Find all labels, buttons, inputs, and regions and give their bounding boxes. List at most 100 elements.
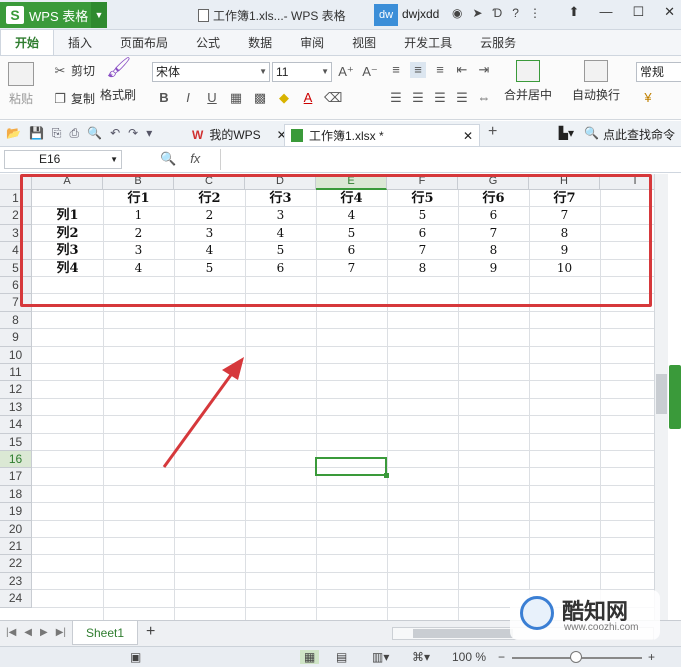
first-sheet-icon[interactable]: |◀ — [6, 627, 16, 638]
tab-view[interactable]: 视图 — [338, 30, 390, 55]
tab-workbook[interactable]: 工作簿1.xlsx * ✕ — [284, 124, 480, 146]
align-center-icon[interactable]: ☰ — [410, 90, 426, 106]
tab-review[interactable]: 审阅 — [286, 30, 338, 55]
align-top-icon[interactable]: ≡ — [388, 62, 404, 78]
align-middle-icon[interactable]: ≡ — [410, 62, 426, 78]
app-menu-button[interactable]: S WPS 表格 ▼ — [0, 2, 107, 28]
tab-my-wps-label: 我的WPS — [209, 128, 261, 142]
border-icon[interactable]: ▦ — [228, 90, 244, 106]
cut-label: 剪切 — [71, 64, 96, 78]
clear-format-icon[interactable]: ⌫ — [324, 90, 342, 106]
increase-font-icon[interactable]: A⁺ — [338, 64, 354, 80]
close-icon[interactable]: ✕ — [463, 125, 473, 147]
distributed-icon[interactable]: ⇔ — [476, 90, 492, 106]
vertical-scroll-thumb[interactable] — [656, 374, 667, 414]
last-sheet-icon[interactable]: ▶| — [56, 627, 66, 638]
chevron-down-icon[interactable]: ▼ — [110, 151, 118, 168]
font-size-select[interactable]: 11 ▼ — [272, 62, 332, 82]
customize-chevron-icon[interactable]: ▾ — [146, 126, 152, 141]
zoom-out-icon[interactable]: − — [498, 650, 505, 664]
tab-home[interactable]: 开始 — [0, 30, 55, 55]
vertical-scrollbar[interactable] — [654, 174, 668, 620]
spreadsheet-icon — [291, 129, 303, 142]
tab-cloud[interactable]: 云服务 — [466, 30, 530, 55]
justify-icon[interactable]: ☰ — [454, 90, 470, 106]
folder-open-icon[interactable]: 📂 — [6, 126, 21, 141]
zoom-icon[interactable]: 🔍 — [160, 151, 176, 167]
format-painter-label: 格式刷 — [100, 88, 137, 102]
tab-my-wps[interactable]: W 我的WPS ✕ — [186, 124, 293, 146]
number-format-select[interactable]: 常规 — [636, 62, 681, 82]
avatar[interactable]: dw — [374, 4, 398, 26]
fill-color-icon[interactable]: ◆ — [276, 90, 292, 106]
bold-button[interactable]: B — [156, 90, 172, 106]
decrease-font-icon[interactable]: A⁻ — [362, 64, 378, 80]
underline-button[interactable]: U — [204, 90, 220, 106]
skin-icon[interactable]: ◉ — [452, 6, 462, 20]
trend-icon[interactable]: ▙▾ — [559, 126, 574, 143]
merge-center-button[interactable]: 合并居中 — [504, 60, 552, 103]
normal-view-icon[interactable]: ▦ — [300, 650, 320, 664]
annotation-arrow — [162, 357, 244, 468]
protect-icon[interactable]: ▣ — [130, 650, 141, 664]
feedback-icon[interactable]: Ɗ — [493, 6, 503, 20]
horizontal-scroll-thumb[interactable] — [413, 629, 513, 638]
username[interactable]: dwjxdd — [402, 7, 439, 21]
save-icon[interactable]: 💾 — [29, 126, 44, 141]
print-icon[interactable]: ⎙ — [70, 126, 80, 141]
formula-input[interactable] — [220, 149, 678, 170]
tab-page-layout[interactable]: 页面布局 — [106, 30, 182, 55]
side-panel-handle[interactable] — [669, 365, 681, 429]
close-icon[interactable]: ✕ — [664, 4, 675, 20]
undo-icon[interactable]: ↶ — [110, 126, 120, 141]
format-painter-button[interactable]: 🖌 格式刷 — [100, 58, 137, 103]
name-box[interactable]: E16 ▼ — [4, 150, 122, 169]
font-color-icon[interactable]: A — [300, 90, 316, 106]
currency-icon[interactable]: ¥ — [640, 90, 656, 106]
print-preview-icon[interactable]: 🔍 — [87, 126, 102, 141]
title-bar: S WPS 表格 ▼ 工作簿1.xls...- WPS 表格 dw dwjxdd… — [0, 0, 681, 30]
fill-pattern-icon[interactable]: ▩ — [252, 90, 268, 106]
align-bottom-icon[interactable]: ≡ — [432, 62, 448, 78]
next-sheet-icon[interactable]: ▶ — [40, 627, 48, 638]
sheet-tab-sheet1[interactable]: Sheet1 — [72, 621, 138, 645]
tab-insert[interactable]: 插入 — [54, 30, 106, 55]
export-pdf-icon[interactable]: ⎘ — [52, 126, 62, 141]
share-icon[interactable]: ➤ — [472, 6, 482, 20]
restore-up-icon[interactable]: ⬆ — [569, 4, 580, 20]
cut-button[interactable]: ✂ 剪切 — [52, 62, 95, 79]
minimize-icon[interactable]: — — [599, 4, 612, 20]
redo-icon[interactable]: ↷ — [128, 126, 138, 141]
wrap-text-button[interactable]: 自动换行 — [572, 60, 620, 103]
chevron-down-icon[interactable]: ▼ — [91, 2, 107, 28]
app-name: WPS 表格 — [29, 8, 89, 24]
tab-developer[interactable]: 开发工具 — [390, 30, 466, 55]
spreadsheet-grid[interactable]: A B C D E F G H I 1 2 3 4 5 6 7 8 9 10 11 12 13 14 15 1… — [0, 174, 654, 620]
fx-icon[interactable]: fx — [190, 151, 200, 167]
prev-sheet-icon[interactable]: ◀ — [24, 627, 32, 638]
window-title: 工作簿1.xls...- WPS 表格 — [198, 7, 346, 24]
align-right-icon[interactable]: ☰ — [432, 90, 448, 106]
paste-button[interactable]: 粘贴 — [8, 62, 34, 107]
command-search[interactable]: ▙▾ 🔍 点此查找命令 — [559, 126, 675, 143]
reading-mode-icon[interactable]: ⌘▾ — [412, 650, 430, 664]
copy-button[interactable]: ❐ 复制 — [52, 90, 95, 107]
zoom-level[interactable]: 100 % — [452, 650, 486, 664]
zoom-slider-knob[interactable] — [570, 651, 582, 663]
page-layout-view-icon[interactable]: ▥▾ — [372, 650, 389, 664]
tab-formulas[interactable]: 公式 — [182, 30, 234, 55]
new-tab-plus-icon[interactable]: + — [488, 123, 497, 141]
settings-icon[interactable]: ⋮ — [529, 6, 541, 20]
tab-data[interactable]: 数据 — [234, 30, 286, 55]
italic-button[interactable]: I — [180, 90, 196, 106]
font-name-select[interactable]: 宋体 ▼ — [152, 62, 270, 82]
zoom-in-icon[interactable]: + — [648, 650, 655, 664]
ribbon: 粘贴 ✂ 剪切 ❐ 复制 🖌 格式刷 宋体 ▼ 11 ▼ A⁺ A⁻ B I U… — [0, 56, 681, 120]
add-sheet-plus-icon[interactable]: + — [146, 623, 155, 641]
maximize-icon[interactable]: ☐ — [632, 4, 644, 20]
align-left-icon[interactable]: ☰ — [388, 90, 404, 106]
page-break-view-icon[interactable]: ▤ — [336, 650, 347, 664]
indent-increase-icon[interactable]: ⇥ — [476, 62, 492, 78]
indent-decrease-icon[interactable]: ⇤ — [454, 62, 470, 78]
help-icon[interactable]: ? — [512, 6, 519, 20]
